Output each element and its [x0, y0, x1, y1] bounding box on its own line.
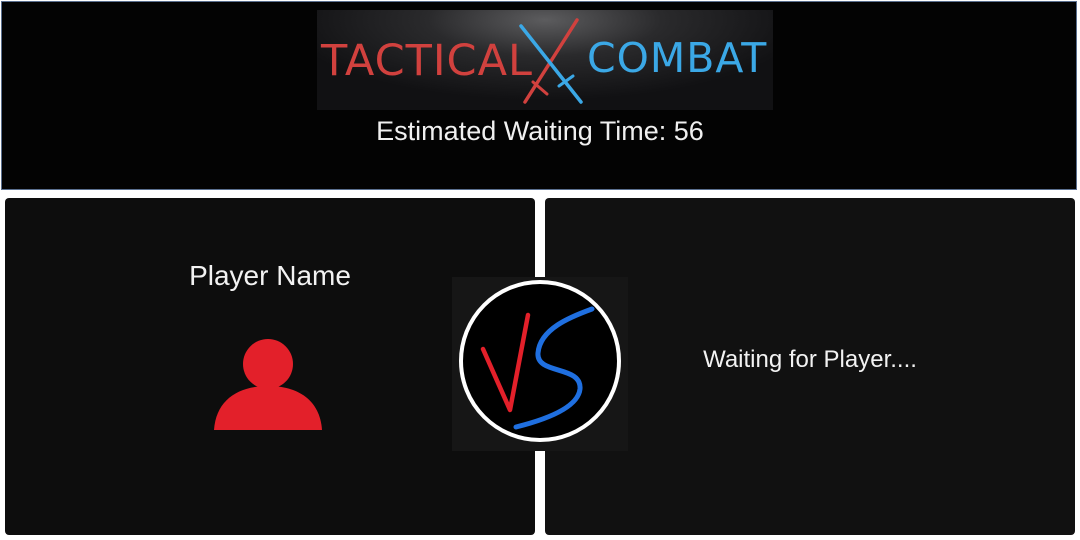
user-silhouette-icon — [214, 339, 322, 430]
logo-word-right: COMBAT — [587, 34, 768, 82]
estimated-waiting-time: Estimated Waiting Time: 56 — [376, 116, 704, 146]
vs-badge — [452, 277, 628, 451]
header-banner: TACTICAL COMBAT Estimated Waiting Time: … — [1, 1, 1077, 190]
logo-word-left: TACTICAL — [321, 36, 533, 86]
crossed-swords-icon — [519, 18, 583, 104]
game-logo: TACTICAL COMBAT — [317, 10, 773, 110]
vs-icon — [459, 280, 621, 442]
